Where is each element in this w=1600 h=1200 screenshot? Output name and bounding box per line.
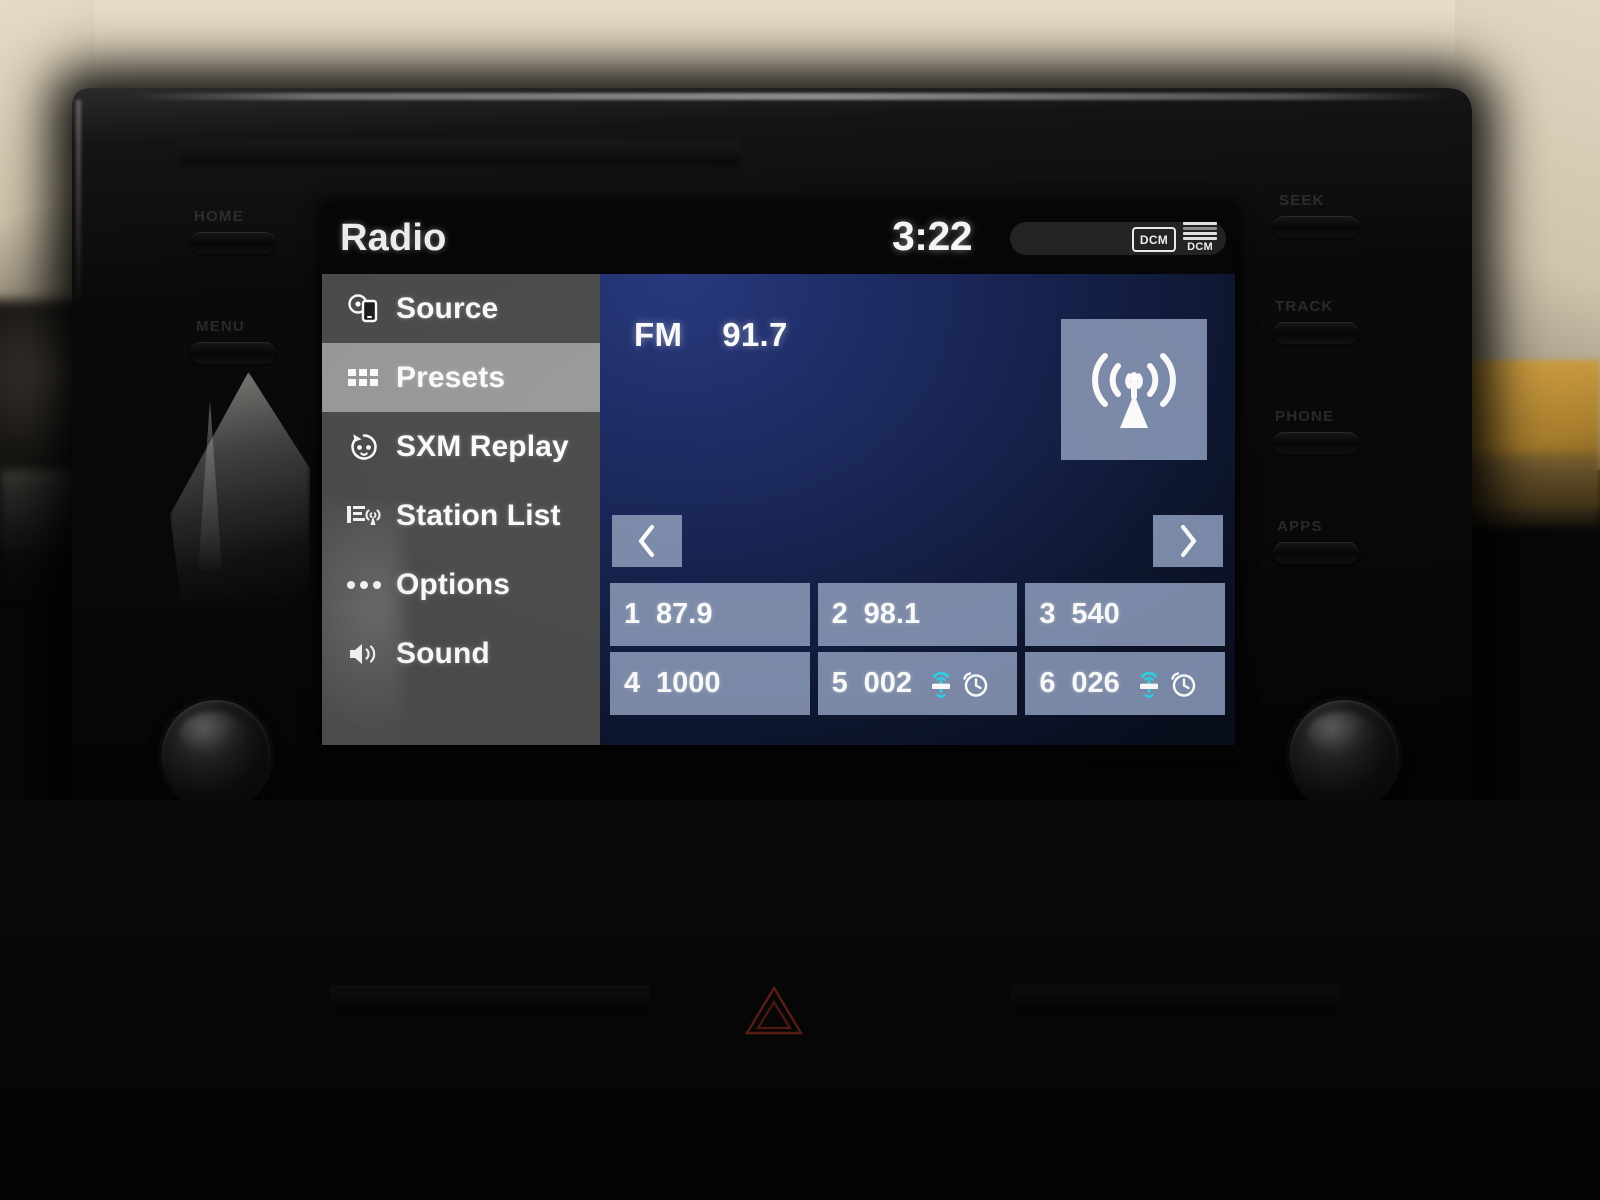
preset-number: 5	[831, 667, 848, 699]
preset-grid: 1 87.9 2 98.1 3 540 4 1000 5 002 6 026	[610, 583, 1225, 715]
sidebar-item-station-list[interactable]: Station List	[322, 481, 600, 550]
page-title: Radio	[340, 217, 447, 259]
preset-page-next-button[interactable]	[1153, 515, 1223, 567]
console-vent-left	[330, 985, 650, 1011]
sidebar-item-label-presets: Presets	[396, 360, 506, 394]
preset-number: 2	[831, 598, 848, 630]
sidebar-item-sound[interactable]: Sound	[322, 619, 600, 688]
knob-gloss-left	[180, 712, 246, 754]
preset-button-1[interactable]: 1 87.9	[610, 583, 810, 646]
apps-hardware-button[interactable]	[1273, 542, 1359, 564]
satellite-icon	[932, 671, 951, 698]
track-hardware-button[interactable]	[1273, 322, 1359, 344]
preset-number: 6	[1039, 667, 1056, 699]
tuner-content-area: FM 91.7 1 87.9 2 98.1 3 540 4 1000 5 002…	[600, 274, 1235, 745]
preset-value: 98.1	[863, 598, 921, 630]
chevron-left-icon	[638, 524, 655, 558]
station-list-icon	[344, 496, 384, 536]
status-clock: 3:22	[892, 213, 973, 259]
console-vent-right	[1010, 985, 1340, 1011]
infotainment-photo-scene: HOME MENU SEEK TRACK PHONE APPS Radio 3:…	[0, 0, 1600, 1200]
phone-hardware-button[interactable]	[1273, 432, 1359, 454]
preset-value: 002	[863, 667, 913, 699]
preset-number: 1	[624, 598, 641, 630]
broadcast-antenna-icon	[1082, 346, 1186, 434]
hardware-button-label-phone: PHONE	[1275, 408, 1335, 425]
clock-icon	[963, 671, 988, 697]
sidebar-item-presets[interactable]: Presets	[322, 343, 600, 412]
replay-circle-icon	[344, 427, 384, 467]
tune-scroll-knob[interactable]	[1290, 700, 1398, 808]
band-label: FM	[634, 316, 683, 353]
preset-button-4[interactable]: 4 1000	[610, 652, 810, 715]
preset-button-2[interactable]: 2 98.1	[817, 583, 1018, 646]
bezel-left-highlight	[76, 100, 81, 300]
sidebar-item-source[interactable]: Source	[322, 274, 600, 343]
preset-number: 3	[1039, 598, 1056, 630]
preset-button-5[interactable]: 5 002	[817, 652, 1018, 715]
ellipsis-icon	[344, 565, 384, 605]
hardware-button-label-track: TRACK	[1275, 298, 1334, 315]
volume-power-knob[interactable]	[162, 700, 270, 808]
home-hardware-button[interactable]	[190, 232, 276, 254]
preset-badge-icons	[1136, 670, 1197, 698]
preset-button-6[interactable]: 6 026	[1025, 652, 1225, 715]
preset-value: 87.9	[656, 598, 713, 630]
hazard-triangle-icon	[744, 985, 804, 1035]
dcm-signal-icon: DCM	[1180, 222, 1220, 256]
sidebar-item-options[interactable]: Options	[322, 550, 600, 619]
bezel-top-highlight	[130, 93, 1450, 100]
seek-hardware-button[interactable]	[1273, 216, 1359, 238]
sidebar-item-label-source: Source	[396, 291, 499, 325]
bezel-groove	[180, 140, 740, 166]
preset-button-3[interactable]: 3 540	[1025, 583, 1225, 646]
clock-icon	[1171, 671, 1195, 697]
infotainment-lcd-screen: Radio 3:22 DCM DCM Source Presets SXM Re…	[322, 204, 1235, 745]
speaker-icon	[344, 634, 384, 674]
preset-page-prev-button[interactable]	[612, 515, 682, 567]
sidebar-item-label-sxm-replay: SXM Replay	[396, 429, 569, 463]
broadcast-antenna-artwork	[1061, 319, 1207, 460]
signal-bars-icon	[1183, 222, 1217, 242]
status-bar: Radio 3:22 DCM DCM	[322, 204, 1235, 274]
preset-value: 1000	[656, 667, 721, 699]
satellite-icon	[1139, 671, 1158, 698]
preset-number: 4	[624, 667, 641, 699]
menu-hardware-button[interactable]	[190, 342, 276, 364]
sidebar-item-label-options: Options	[396, 567, 511, 601]
hardware-button-label-seek: SEEK	[1279, 192, 1325, 209]
chevron-right-icon	[1180, 524, 1197, 558]
presets-grid-icon	[344, 358, 384, 398]
preset-badge-icons	[928, 670, 989, 698]
hardware-button-label-home: HOME	[194, 208, 244, 225]
sidebar-item-label-sound: Sound	[396, 636, 490, 670]
dcm-badge-icon: DCM	[1132, 227, 1176, 252]
sidebar-item-label-station-list: Station List	[396, 498, 561, 532]
frequency-label: 91.7	[722, 316, 788, 353]
hardware-button-label-apps: APPS	[1277, 518, 1323, 535]
sidebar-menu: Source Presets SXM Replay Station List O…	[322, 274, 600, 745]
source-disc-phone-icon	[344, 289, 384, 329]
hardware-button-label-menu: MENU	[196, 318, 245, 335]
hazard-warning-button[interactable]	[726, 968, 822, 1052]
right-hardware-button-column: SEEK TRACK PHONE APPS	[1245, 180, 1405, 720]
sidebar-item-sxm-replay[interactable]: SXM Replay	[322, 412, 600, 481]
knob-gloss-right	[1308, 712, 1374, 754]
preset-value: 026	[1071, 667, 1120, 699]
preset-value: 540	[1071, 598, 1120, 630]
dcm-signal-label: DCM	[1187, 241, 1213, 253]
now-playing-band-row: FM 91.7	[634, 316, 788, 354]
